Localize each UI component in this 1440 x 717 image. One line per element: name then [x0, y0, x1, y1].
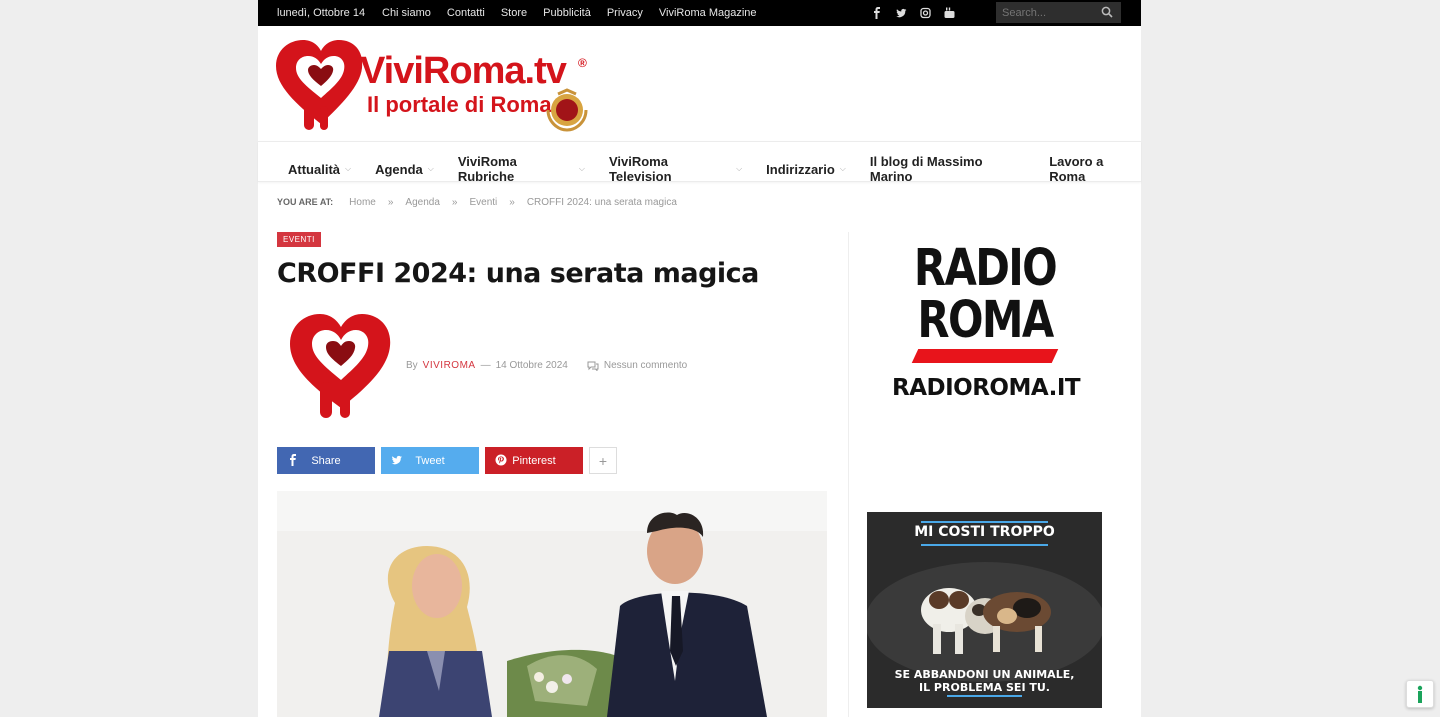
- comments-icon: [587, 361, 599, 371]
- accessibility-icon: [1417, 685, 1423, 703]
- current-date: lunedì, Ottobre 14: [277, 7, 366, 19]
- nav-label: ViviRoma Television: [608, 154, 672, 184]
- nav-label: ViviRoma Rubriche: [457, 154, 517, 184]
- logo-registered: ®: [578, 56, 587, 70]
- laurel-badge-icon: [546, 88, 588, 132]
- top-link-contatti[interactable]: Contatti: [447, 7, 485, 19]
- radio-ad-url: RADIOROMA.IT: [892, 375, 1081, 401]
- search-input[interactable]: [996, 2, 1104, 23]
- nav-item-television[interactable]: ViviRoma Television ⌵: [609, 154, 742, 184]
- radio-ad-line1: RADIO: [913, 239, 1058, 298]
- twitter-share-button[interactable]: Tweet: [381, 447, 479, 474]
- publish-date: 14 Ottobre 2024: [495, 360, 568, 371]
- nav-item-agenda[interactable]: Agenda ⌵: [375, 154, 434, 184]
- comments-label: Nessun commento: [603, 360, 688, 371]
- nav-label: Lavoro a Roma: [1049, 154, 1104, 184]
- logo-title: ViviRoma.tv: [360, 50, 567, 92]
- nav-item-rubriche[interactable]: ViviRoma Rubriche ⌵: [458, 154, 585, 184]
- ad-top-bar: [921, 521, 1048, 523]
- nav-item-lavoro[interactable]: Lavoro a Roma: [1049, 154, 1141, 184]
- breadcrumb: YOU ARE AT: Home » Agenda » Eventi » CRO…: [277, 197, 677, 208]
- radio-roma-ad[interactable]: RADIO ROMA RADIOROMA.IT: [892, 239, 1081, 418]
- instagram-icon[interactable]: [920, 7, 931, 19]
- nav-item-indirizzario[interactable]: Indirizzario ⌵: [766, 154, 846, 184]
- pinterest-share-button[interactable]: Pinterest: [485, 447, 583, 474]
- heart-logo-icon: [290, 314, 391, 418]
- chevron-down-icon: ⌵: [578, 164, 585, 173]
- plus-icon: +: [598, 452, 608, 469]
- breadcrumb-label: YOU ARE AT:: [277, 197, 334, 207]
- youtube-icon[interactable]: [944, 7, 955, 19]
- top-link-store[interactable]: Store: [501, 7, 527, 19]
- nav-item-blog[interactable]: Il blog di Massimo Marino: [870, 154, 1025, 184]
- top-link-magazine[interactable]: ViviRoma Magazine: [659, 7, 757, 19]
- breadcrumb-current: CROFFI 2024: una serata magica: [526, 197, 677, 208]
- meta-dash: —: [480, 360, 491, 371]
- tweet-label: Tweet: [415, 455, 445, 467]
- nav-label: Indirizzario: [766, 161, 835, 177]
- share-buttons: Share Tweet Pinterest +: [277, 447, 617, 474]
- ad-tagline-line1: SE ABBANDONI UN ANIMALE,: [894, 668, 1075, 681]
- search-icon[interactable]: [1101, 6, 1113, 18]
- site-logo[interactable]: ViviRoma.tv ® Il portale di Roma: [276, 40, 596, 135]
- top-link-privacy[interactable]: Privacy: [607, 7, 643, 19]
- accessibility-button[interactable]: [1406, 680, 1434, 708]
- ad-tagline: SE ABBANDONI UN ANIMALE, IL PROBLEMA SEI…: [867, 668, 1102, 694]
- chevron-down-icon: ⌵: [427, 164, 434, 173]
- ad-headline: MI COSTI TROPPO: [914, 524, 1055, 540]
- top-links: Chi siamo Contatti Store Pubblicità Priv…: [382, 7, 757, 19]
- more-share-button[interactable]: +: [589, 447, 617, 474]
- author-link[interactable]: VIVIROMA: [423, 360, 476, 371]
- top-bar: lunedì, Ottobre 14 Chi siamo Contatti St…: [258, 0, 1141, 26]
- radio-ad-stripe: [911, 349, 1059, 363]
- logo-subtitle: Il portale di Roma: [367, 92, 552, 117]
- twitter-icon[interactable]: [896, 7, 907, 19]
- article-meta: By VIVIROMA — 14 Ottobre 2024 Nessun com…: [406, 360, 687, 371]
- ad-bottom-bar: [947, 695, 1022, 697]
- event-photo: [277, 491, 827, 717]
- pinterest-label: Pinterest: [512, 455, 556, 467]
- nav-item-attualita[interactable]: Attualità ⌵: [288, 154, 351, 184]
- radio-ad-line2: ROMA: [917, 291, 1054, 350]
- facebook-share-button[interactable]: Share: [277, 447, 375, 474]
- chevron-down-icon: ⌵: [345, 164, 352, 173]
- page-container: lunedì, Ottobre 14 Chi siamo Contatti St…: [258, 0, 1141, 717]
- breadcrumb-eventi[interactable]: Eventi: [469, 197, 497, 208]
- top-link-pubblicita[interactable]: Pubblicità: [543, 7, 591, 19]
- ad-top-bar: [921, 544, 1048, 546]
- share-label: Share: [311, 455, 341, 467]
- chevron-down-icon: ⌵: [839, 164, 846, 173]
- article-title: CROFFI 2024: una serata magica: [277, 258, 759, 289]
- main-navigation: Attualità ⌵ Agenda ⌵ ViviRoma Rubriche ⌵ Vi…: [258, 141, 1141, 184]
- nav-label: Agenda: [375, 161, 423, 177]
- breadcrumb-separator: »: [387, 197, 394, 208]
- animal-campaign-ad[interactable]: MI COSTI TROPPO SE ABBANDONI UN ANIMALE,…: [867, 512, 1102, 708]
- nav-label: Attualità: [288, 161, 340, 177]
- nav-label: Il blog di Massimo Marino: [869, 154, 983, 184]
- chevron-down-icon: ⌵: [736, 164, 743, 173]
- search-box: [996, 2, 1121, 23]
- top-link-chi-siamo[interactable]: Chi siamo: [382, 7, 431, 19]
- breadcrumb-agenda[interactable]: Agenda: [405, 197, 439, 208]
- sidebar-divider: [848, 232, 849, 717]
- featured-image[interactable]: [277, 491, 827, 717]
- facebook-icon[interactable]: [872, 7, 882, 19]
- breadcrumb-home[interactable]: Home: [349, 197, 376, 208]
- by-label: By: [406, 360, 418, 371]
- breadcrumb-separator: »: [509, 197, 515, 208]
- comments-link[interactable]: Nessun commento: [587, 360, 687, 371]
- category-badge[interactable]: EVENTI: [277, 232, 321, 247]
- author-avatar[interactable]: [286, 310, 396, 422]
- breadcrumb-separator: »: [451, 197, 458, 208]
- heart-logo-icon: [276, 40, 363, 130]
- ad-tagline-line2: IL PROBLEMA SEI TU.: [919, 681, 1050, 694]
- social-links: [872, 7, 955, 19]
